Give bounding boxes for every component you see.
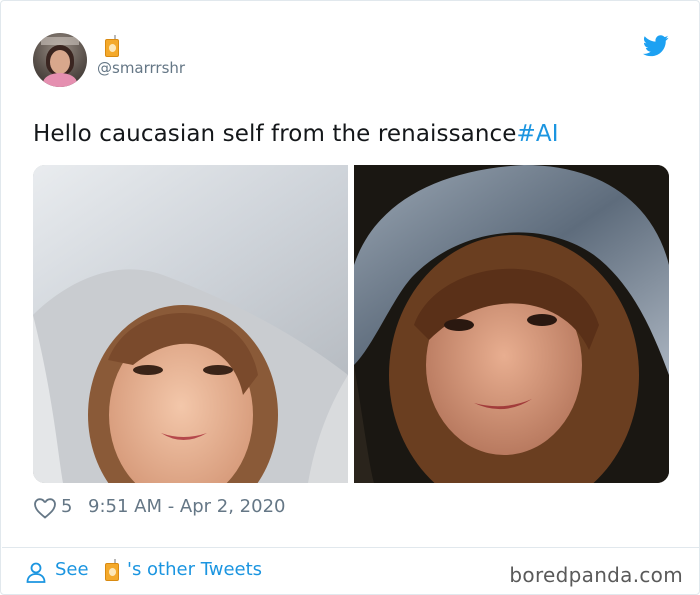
- other-tweets-label: 's other Tweets: [127, 559, 263, 580]
- photo-original[interactable]: [33, 165, 348, 483]
- avatar[interactable]: [33, 33, 87, 87]
- avatar-shirt: [43, 73, 77, 87]
- photo-renaissance-image: [354, 165, 669, 483]
- photo-renaissance[interactable]: [354, 165, 669, 483]
- user-handle[interactable]: @smarrrshr: [97, 59, 185, 77]
- avatar-face: [50, 50, 70, 74]
- person-icon: [26, 562, 46, 583]
- juice-box-icon: [105, 559, 119, 581]
- avatar-background-sign: [41, 37, 79, 45]
- hashtag-link[interactable]: #AI: [517, 121, 559, 147]
- see-label: See: [55, 559, 89, 580]
- tweet-timestamp[interactable]: 9:51 AM - Apr 2, 2020: [88, 496, 286, 517]
- photo-original-image: [33, 165, 348, 483]
- twitter-bird-icon[interactable]: [643, 35, 669, 57]
- tweet-card: @smarrrshr Hello caucasian self from the…: [0, 0, 700, 595]
- juice-box-label: [108, 44, 116, 52]
- juice-box-label: [108, 568, 116, 576]
- juice-box-icon[interactable]: [105, 35, 119, 57]
- watermark: boredpanda.com: [509, 563, 683, 587]
- like-count: 5: [61, 496, 73, 517]
- tweet-body: Hello caucasian self from the renaissanc…: [33, 121, 517, 147]
- footer-divider: [2, 547, 700, 548]
- tweet-text: Hello caucasian self from the renaissanc…: [33, 121, 559, 147]
- heart-icon[interactable]: [33, 497, 57, 519]
